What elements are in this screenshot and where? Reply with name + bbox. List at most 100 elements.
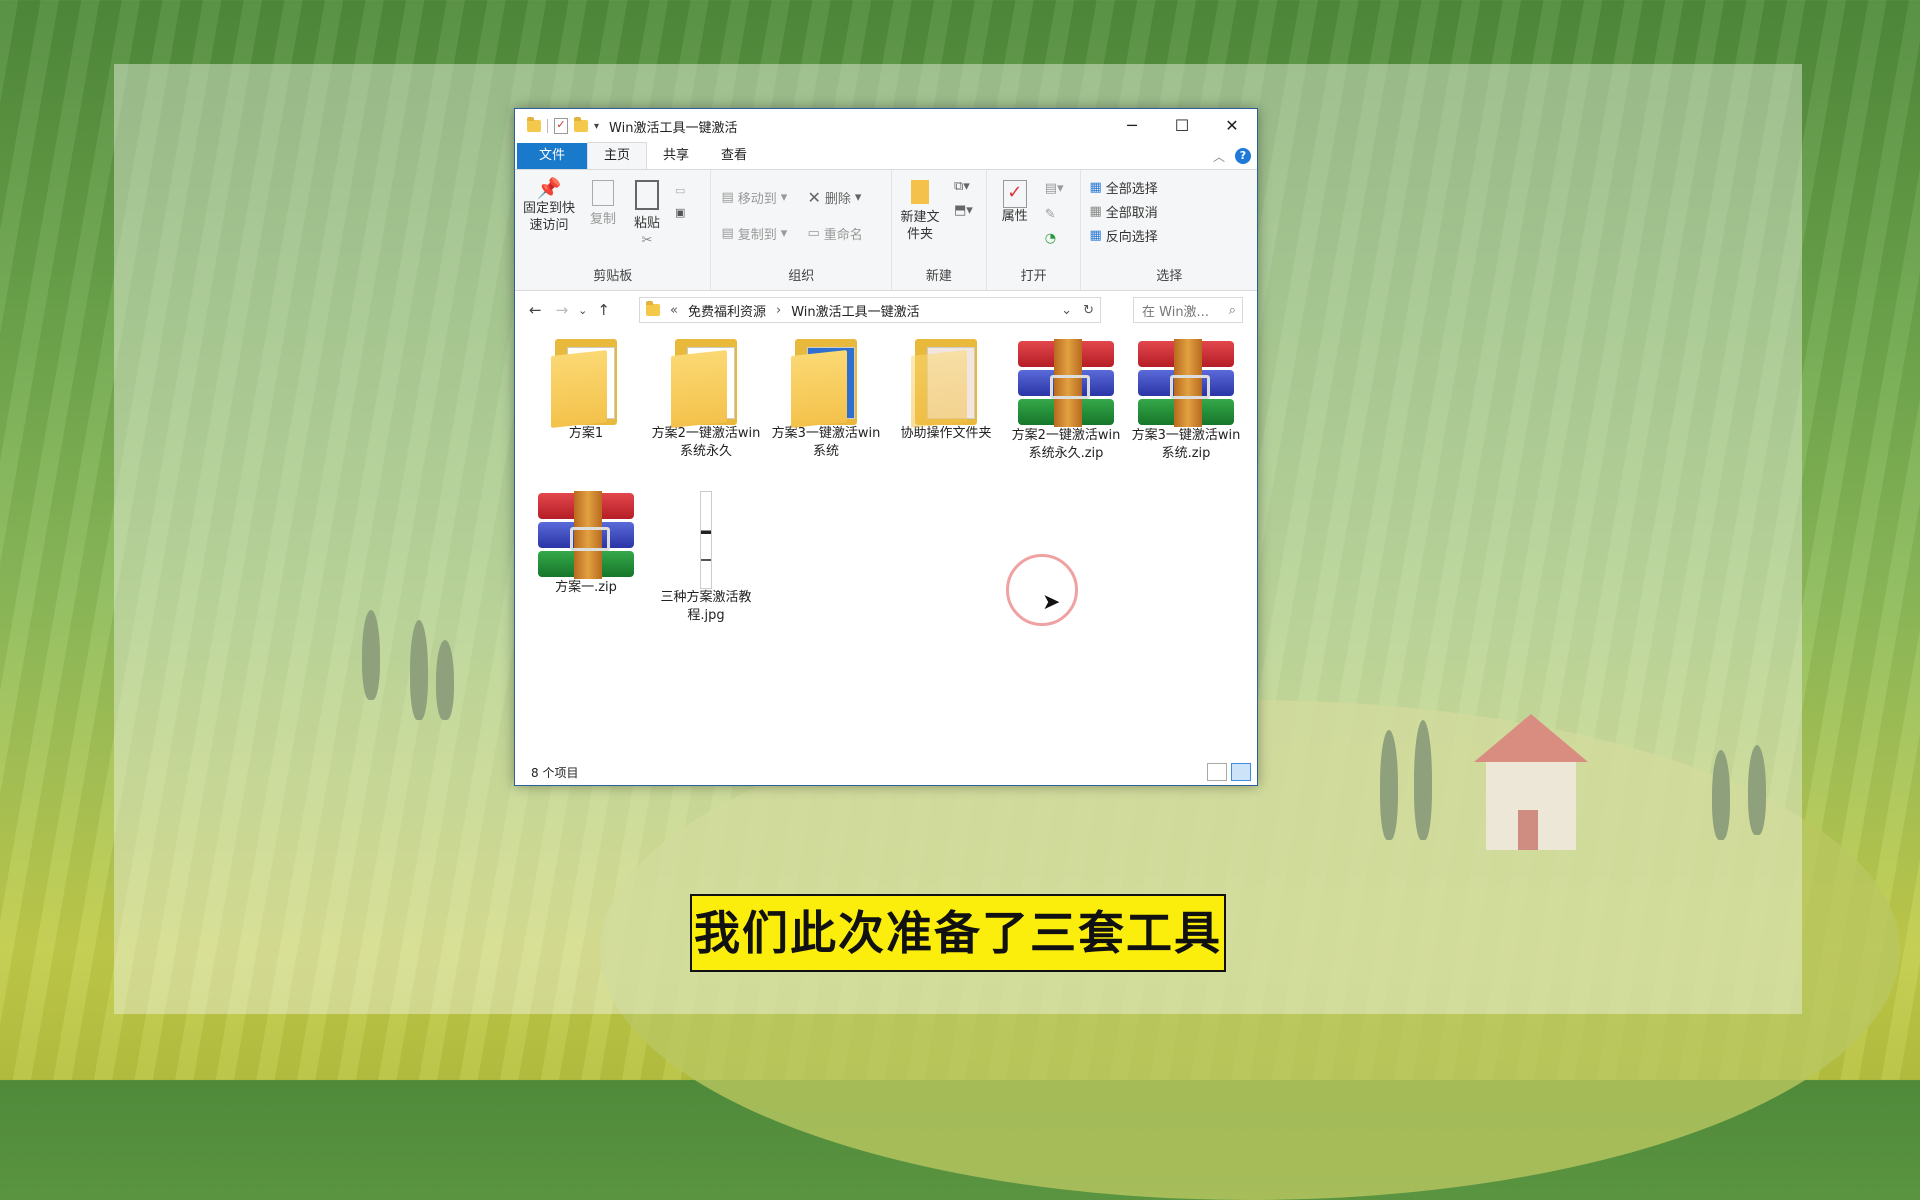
ribbon-tabs: 文件 主页 共享 查看 ︿ ? [515,142,1257,170]
refresh-icon[interactable]: ↻ [1083,303,1094,318]
copy-path-icon[interactable]: ▭ [675,182,685,199]
separator [547,119,548,133]
new-group: 新建文件夹 ⧉▾ ⬒▾ 新建 [892,170,987,290]
copy-to-icon: ▤ [721,226,734,241]
file-item[interactable]: 方案3一键激活win系统 [771,339,881,461]
folder-icon [671,339,741,428]
delete-button[interactable]: ✕ 删除 ▾ [807,188,861,207]
invert-selection-button[interactable]: ▦ 反向选择 [1089,226,1157,245]
new-folder-label: 新建文件夹 [900,210,940,242]
file-item[interactable]: 方案1 [531,339,641,443]
move-to-button[interactable]: ▤ 移动到 ▾ [721,188,787,207]
breadcrumb-separator: › [775,302,782,318]
pin-icon: 📌 [536,176,562,200]
file-item[interactable]: 方案2一键激活win系统永久.zip [1011,339,1121,463]
select-all-icon: ▦ [1089,180,1102,195]
folder-icon [791,339,861,428]
window-title: Win激活工具一键激活 [609,120,738,136]
tab-home[interactable]: 主页 [587,142,648,169]
new-folder-icon[interactable] [574,117,588,132]
invert-selection-icon: ▦ [1089,228,1102,243]
recent-locations-icon[interactable]: ⌄ [578,304,587,317]
properties-icon[interactable]: ✓ [554,118,568,134]
history-icon[interactable]: ◔ [1045,230,1056,247]
file-name: 方案一.zip [555,580,617,595]
title-bar: ✓ ▾ Win激活工具一键激活 ─ ☐ ✕ [515,109,1257,143]
move-icon: ▤ [721,190,734,205]
quick-access-toolbar: ✓ ▾ [527,117,599,134]
file-item[interactable]: 方案3一键激活win系统.zip [1131,339,1241,463]
file-explorer-window: ✓ ▾ Win激活工具一键激活 ─ ☐ ✕ 文件 主页 共享 查看 ︿ ? 📌 … [514,108,1258,786]
paste-button[interactable]: 粘贴 ✂ [629,180,665,249]
file-name: 三种方案激活教程.jpg [660,590,752,623]
pin-label: 固定到快速访问 [522,201,575,233]
open-icon[interactable]: ▤▾ [1045,180,1064,197]
back-arrow-icon[interactable]: ← [529,301,542,319]
organize-group: ▤ 移动到 ▾ ▤ 复制到 ▾ ✕ 删除 ▾ ▭ 重命名 组织 [711,170,892,290]
new-item-icon[interactable]: ⧉▾ [954,178,970,195]
copy-icon [592,180,614,206]
help-icon[interactable]: ? [1235,148,1251,164]
open-group: ✓ 属性 ▤▾ ✎ ◔ 打开 [987,170,1082,290]
chevron-down-icon[interactable]: ⌄ [1061,303,1072,318]
mouse-pointer-icon: ➤ [1042,590,1061,615]
clipboard-group-label: 剪贴板 [593,269,633,284]
folder-icon [527,117,541,132]
breadcrumb-item[interactable]: Win激活工具一键激活 [791,301,919,320]
tab-view[interactable]: 查看 [705,143,763,169]
file-item[interactable]: 方案2一键激活win系统永久 [651,339,761,461]
copy-label: 复制 [589,212,616,227]
rename-icon: ▭ [807,226,820,241]
edit-icon[interactable]: ✎ [1045,206,1056,223]
file-item[interactable]: 三种方案激活教程.jpg [651,491,761,625]
minimize-button[interactable]: ─ [1107,109,1157,143]
close-button[interactable]: ✕ [1207,109,1257,143]
select-none-icon: ▦ [1089,204,1102,219]
tab-file[interactable]: 文件 [517,143,588,169]
select-all-button[interactable]: ▦ 全部选择 [1089,178,1157,197]
select-group-label: 选择 [1156,269,1183,284]
image-file-icon [700,491,712,589]
search-input[interactable]: 在 Win激... ⌕ [1133,297,1243,323]
file-name: 协助操作文件夹 [900,426,992,441]
delete-icon: ✕ [807,188,821,207]
folder-icon [911,339,981,428]
file-name: 方案3一键激活win系统.zip [1131,428,1241,461]
breadcrumb-overflow[interactable]: « [670,303,678,318]
properties-button[interactable]: ✓ 属性 [995,180,1035,225]
cut-icon[interactable]: ✂ [629,232,665,249]
address-box[interactable]: « 免费福利资源 › Win激活工具一键激活 ⌄ ↻ [639,297,1101,323]
customize-dropdown-icon[interactable]: ▾ [594,121,599,132]
folder-icon [551,339,621,428]
copy-button[interactable]: 复制 [585,180,621,228]
file-list: 方案1 方案2一键激活win系统永久 方案3一键激活win系统 协助操作文件夹 … [515,329,1257,749]
ribbon: 📌 固定到快速访问 复制 粘贴 ✂ ▭ ▣ 剪贴板 ▤ 移动到 ▾ ▤ 复制到 ▾ ✕ 删… [515,170,1257,291]
file-item[interactable]: 协助操作文件夹 [891,339,1001,443]
file-item[interactable]: 方案一.zip [531,491,641,597]
forward-arrow-icon[interactable]: → [556,301,569,319]
file-name: 方案2一键激活win系统永久.zip [1011,428,1121,461]
new-folder-button[interactable]: 新建文件夹 [898,180,942,243]
copy-to-button[interactable]: ▤ 复制到 ▾ [721,224,787,243]
properties-icon: ✓ [1002,180,1027,208]
status-bar: 8 个项目 [515,759,1257,785]
search-icon: ⌕ [1228,302,1236,318]
up-arrow-icon[interactable]: ↑ [597,301,610,319]
rename-button[interactable]: ▭ 重命名 [807,224,862,243]
select-group: ▦ 全部选择 ▦ 全部取消 ▦ 反向选择 选择 [1081,170,1257,290]
select-none-button[interactable]: ▦ 全部取消 [1089,202,1157,221]
breadcrumb-item[interactable]: 免费福利资源 [688,301,766,320]
video-subtitle: 我们此次准备了三套工具 [690,894,1226,972]
tab-share[interactable]: 共享 [647,143,705,169]
maximize-button[interactable]: ☐ [1157,109,1207,143]
file-name: 方案1 [568,426,604,441]
collapse-ribbon-icon[interactable]: ︿ [1213,148,1225,165]
easy-access-icon[interactable]: ⬒▾ [954,202,973,219]
pin-quick-access-button[interactable]: 📌 固定到快速访问 [521,176,577,234]
organize-group-label: 组织 [788,269,815,284]
paste-shortcut-icon[interactable]: ▣ [675,204,685,221]
search-placeholder: 在 Win激... [1142,304,1209,320]
large-icons-view-icon[interactable] [1231,763,1251,781]
open-group-label: 打开 [1020,269,1047,284]
details-view-icon[interactable] [1207,763,1227,781]
